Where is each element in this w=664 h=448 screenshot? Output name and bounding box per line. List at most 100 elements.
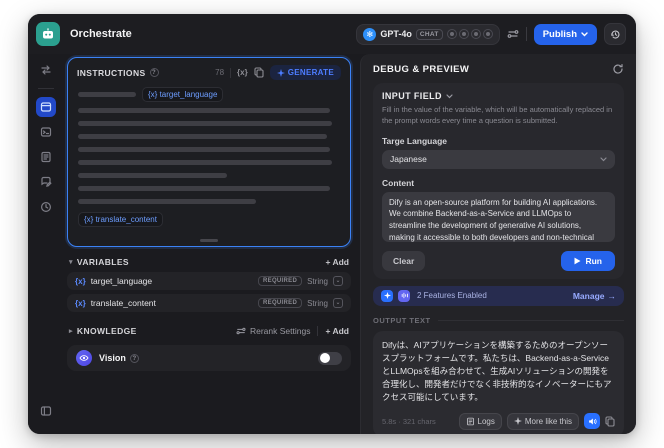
capability-icon-1 [446, 29, 457, 39]
run-button[interactable]: Run [561, 250, 615, 271]
variable-chip-target-language[interactable]: {x} target_language [142, 87, 224, 102]
feature-icon-1 [381, 289, 393, 302]
sidebar-item-switch[interactable] [36, 60, 56, 80]
redacted-text-line [78, 108, 330, 113]
arrow-right-icon: → [607, 290, 617, 301]
feature-icon-2 [398, 289, 410, 302]
variable-chip-translate-content[interactable]: {x} translate_content [78, 212, 163, 227]
content-textarea[interactable]: Dify is an open-source platform for buil… [382, 191, 615, 242]
logs-button[interactable]: Logs [458, 412, 502, 430]
sidebar-divider [38, 88, 54, 89]
clock-icon [40, 201, 52, 213]
rerank-settings-button[interactable]: Rerank Settings [236, 326, 310, 336]
logs-icon [41, 151, 51, 163]
history-icon [610, 30, 619, 39]
features-enabled-bar[interactable]: 2 Features Enabled Manage → [373, 285, 624, 306]
add-knowledge-button[interactable]: + Add [325, 326, 349, 336]
chevron-down-icon: ▾ [69, 259, 73, 266]
panel-left-icon [40, 406, 52, 416]
required-badge: REQUIRED [258, 298, 303, 308]
target-language-select[interactable]: Japanese [382, 149, 615, 169]
variable-type: String [307, 298, 328, 308]
instructions-help-icon[interactable]: ? [149, 68, 159, 77]
input-field-description: Fill in the value of the variable, which… [382, 105, 613, 125]
panel-resize-handle[interactable] [200, 239, 218, 242]
variables-collapse-toggle[interactable]: ▾ VARIABLES [69, 257, 129, 267]
clear-button[interactable]: Clear [382, 250, 426, 271]
app-window: Orchestrate ✻ GPT-4o CHAT Publish INSTRU… [28, 14, 636, 434]
play-icon [574, 257, 581, 265]
model-provider-icon: ✻ [363, 27, 377, 41]
output-card: Difyは、AIアプリケーションを構築するためのオープンソースプラットフォームで… [373, 330, 624, 434]
required-badge: REQUIRED [258, 276, 303, 286]
switch-icon [41, 65, 51, 75]
variable-x-glyph: {x} [75, 298, 86, 308]
model-capability-icons [446, 29, 493, 39]
variable-row-target-language[interactable]: {x} target_language REQUIRED String ⌄ [67, 272, 351, 290]
sliders-icon [236, 327, 246, 335]
vision-feature-card: Vision ? [67, 345, 351, 371]
collapse-sidebar-button[interactable] [36, 401, 56, 421]
speaker-icon [588, 418, 597, 425]
debug-title: DEBUG & PREVIEW [373, 63, 470, 75]
vision-toggle[interactable] [318, 351, 342, 365]
input-field-card: INPUT FIELD Fill in the value of the var… [373, 83, 624, 279]
sidebar-item-api[interactable] [36, 122, 56, 142]
robot-icon [43, 28, 53, 39]
generate-button[interactable]: GENERATE [269, 65, 341, 80]
variable-settings-icon[interactable]: ⌄ [333, 298, 343, 308]
knowledge-collapse-toggle[interactable]: ▸ KNOWLEDGE [69, 326, 137, 336]
capability-icon-2 [458, 29, 469, 39]
vision-label: Vision [99, 353, 126, 363]
redacted-text-line [78, 186, 330, 191]
redacted-text-line [78, 92, 136, 97]
input-field-collapse-toggle[interactable]: INPUT FIELD [382, 91, 615, 101]
output-text: Difyは、AIアプリケーションを構築するためのオープンソースプラットフォームで… [382, 339, 612, 403]
sparkle-icon [276, 68, 285, 77]
sidebar-item-annotations[interactable] [36, 172, 56, 192]
prompt-editor-column: INSTRUCTIONS ? 78 {x} GENERATE {x} targe… [64, 54, 360, 434]
sidebar-item-logs[interactable] [36, 147, 56, 167]
page-title: Orchestrate [70, 28, 132, 40]
redacted-text-line [78, 147, 330, 152]
sidebar-item-monitoring[interactable] [36, 197, 56, 217]
content-label: Content [382, 177, 415, 188]
instructions-panel[interactable]: INSTRUCTIONS ? 78 {x} GENERATE {x} targe… [67, 57, 351, 247]
text-to-speech-button[interactable] [584, 413, 600, 430]
app-robot-icon[interactable] [36, 22, 60, 46]
target-language-label: Targe Language [382, 135, 448, 146]
top-bar: Orchestrate ✻ GPT-4o CHAT Publish [28, 14, 636, 54]
chevron-down-icon [581, 31, 588, 36]
redacted-text-line [78, 173, 228, 178]
desktop-background: Orchestrate ✻ GPT-4o CHAT Publish INSTRU… [0, 0, 664, 448]
prompt-text-area[interactable]: {x} target_language {x} translate_conten… [68, 84, 350, 246]
publish-button[interactable]: Publish [533, 23, 597, 45]
variable-settings-icon[interactable]: ⌄ [333, 276, 343, 286]
logs-icon [466, 417, 474, 425]
instructions-header: INSTRUCTIONS ? 78 {x} GENERATE [68, 58, 350, 84]
vision-help-icon[interactable]: ? [129, 353, 139, 363]
insert-variable-icon[interactable]: {x} [237, 68, 248, 77]
variable-row-translate-content[interactable]: {x} translate_content REQUIRED String ⌄ [67, 294, 351, 312]
version-history-button[interactable] [604, 23, 626, 45]
chevron-right-icon: ▸ [69, 328, 73, 335]
add-variable-button[interactable]: + Add [325, 257, 349, 267]
model-selector[interactable]: ✻ GPT-4o CHAT [356, 23, 500, 45]
char-count: 78 [215, 68, 225, 77]
copy-output-icon[interactable] [605, 416, 615, 427]
redacted-text-line [78, 199, 257, 204]
restart-debug-icon[interactable] [612, 63, 624, 75]
vision-eye-icon [76, 350, 92, 366]
sidebar-item-orchestrate[interactable] [36, 97, 56, 117]
capability-icon-4 [482, 29, 493, 39]
output-stats: 5.8s · 321 chars [382, 416, 436, 426]
knowledge-header: ▸ KNOWLEDGE Rerank Settings + Add [69, 326, 349, 336]
variable-x-glyph: {x} [75, 276, 86, 286]
variable-type: String [307, 276, 328, 286]
manage-features-button[interactable]: Manage → [573, 291, 616, 301]
model-parameters-icon[interactable] [507, 28, 519, 40]
more-like-this-button[interactable]: More like this [506, 412, 579, 430]
redacted-text-line [78, 134, 327, 139]
copy-prompt-icon[interactable] [254, 67, 264, 78]
terminal-icon [40, 127, 52, 137]
